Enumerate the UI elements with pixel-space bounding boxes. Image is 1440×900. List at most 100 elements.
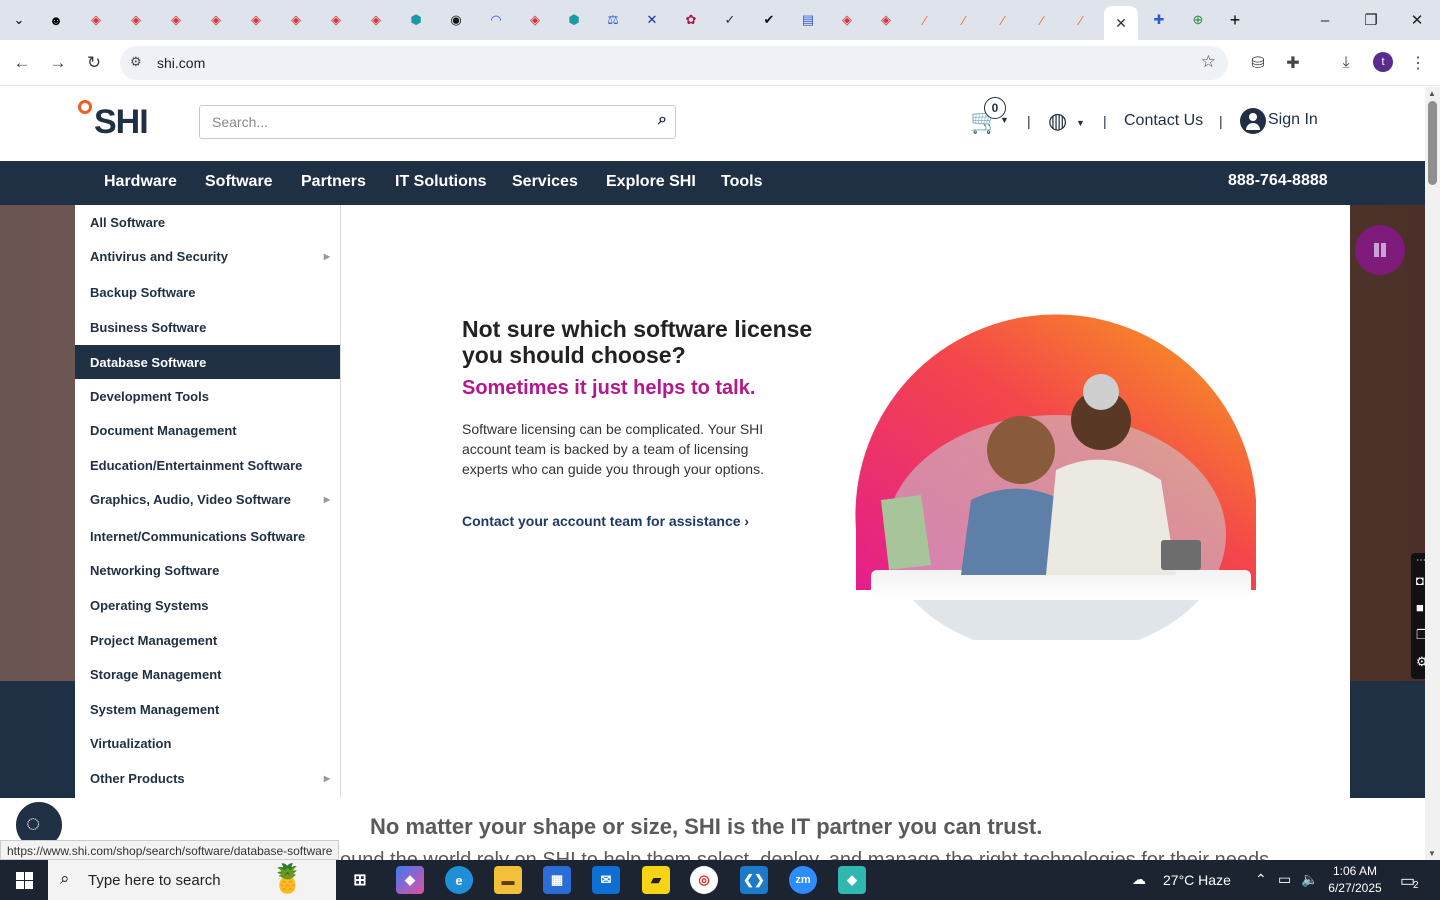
minimize-icon[interactable]: – <box>1310 8 1340 32</box>
menu-item-system-management[interactable]: System Management <box>75 692 340 726</box>
tab-favicon-icon[interactable]: ◈ <box>875 9 897 31</box>
tab-favicon-icon[interactable]: ◈ <box>325 9 347 31</box>
downloads-icon[interactable]: ⤓ <box>1334 51 1358 75</box>
tab-favicon-icon[interactable]: ◈ <box>245 9 267 31</box>
more-dots-icon[interactable]: ⋯ <box>1416 555 1425 566</box>
pause-button[interactable] <box>1355 225 1405 275</box>
tab-globe-icon[interactable]: ⊕ <box>1187 9 1209 31</box>
scrollbar-thumb[interactable] <box>1428 101 1437 185</box>
active-tab-close-button[interactable]: ✕ <box>1104 6 1138 40</box>
store-icon[interactable]: ▦ <box>543 866 571 894</box>
sign-in-link[interactable]: Sign In <box>1268 111 1318 129</box>
tab-favicon-icon[interactable]: ◈ <box>285 9 307 31</box>
nav-services[interactable]: Services <box>512 173 578 191</box>
address-text[interactable]: shi.com <box>157 55 205 71</box>
weather-text[interactable]: 27°C Haze <box>1163 872 1231 888</box>
tab-favicon-icon[interactable]: ⁄ <box>953 9 975 31</box>
nav-explore-shi[interactable]: Explore SHI <box>606 173 696 191</box>
new-tab-button[interactable]: + <box>1224 9 1246 31</box>
contact-account-team-link[interactable]: Contact your account team for assistance… <box>462 513 749 529</box>
menu-item-development-tools[interactable]: Development Tools <box>75 379 340 413</box>
forward-arrow-icon[interactable]: → <box>45 50 71 76</box>
tab-favicon-icon[interactable]: ⬢ <box>405 9 427 31</box>
contact-us-link[interactable]: Contact Us <box>1124 112 1203 130</box>
app-icon[interactable]: ◆ <box>838 866 866 894</box>
maximize-icon[interactable]: ❐ <box>1356 8 1386 32</box>
site-settings-icon[interactable]: ⚙ <box>130 54 142 70</box>
bookmark-star-icon[interactable]: ☆ <box>1201 52 1216 72</box>
shi-logo[interactable]: SHI <box>78 99 158 141</box>
cart-button[interactable]: 🛒 0 ▼ <box>970 97 1014 137</box>
scroll-up-arrow-icon[interactable]: ▲ <box>1428 89 1436 98</box>
search-icon[interactable]: ⌕ <box>658 111 667 129</box>
menu-item-virtualization[interactable]: Virtualization <box>75 726 340 760</box>
nav-hardware[interactable]: Hardware <box>104 173 177 191</box>
tab-favicon-icon[interactable]: ◈ <box>125 9 147 31</box>
tab-favicon-icon[interactable]: ⬢ <box>563 9 585 31</box>
task-view-icon[interactable]: ⊞ <box>346 866 374 894</box>
menu-item-graphics-audio-video[interactable]: Graphics, Audio, Video Software ▶ <box>75 482 340 516</box>
menu-item-storage-management[interactable]: Storage Management <box>75 657 340 691</box>
menu-item-education-entertainment[interactable]: Education/Entertainment Software <box>75 448 340 482</box>
reload-icon[interactable]: ↻ <box>81 50 107 76</box>
menu-item-project-management[interactable]: Project Management <box>75 623 340 657</box>
scroll-down-arrow-icon[interactable]: ▼ <box>1428 849 1436 858</box>
tab-favicon-icon[interactable]: ☻ <box>45 9 67 31</box>
volume-icon[interactable]: 🔈 <box>1301 871 1318 888</box>
mail-icon[interactable]: ✉ <box>592 866 620 894</box>
chrome-icon[interactable]: ◎ <box>690 866 718 894</box>
back-arrow-icon[interactable]: ← <box>9 50 35 76</box>
tab-favicon-icon[interactable]: ◈ <box>85 9 107 31</box>
sticky-notes-icon[interactable]: ▰ <box>642 866 670 894</box>
menu-item-database-software[interactable]: Database Software <box>75 345 340 379</box>
taskbar-clock[interactable]: 1:06 AM 6/27/2025 <box>1320 863 1390 897</box>
menu-item-networking-software[interactable]: Networking Software <box>75 553 340 587</box>
profile-avatar[interactable]: t <box>1373 52 1393 72</box>
zoom-icon[interactable]: zm <box>789 866 817 894</box>
menu-item-backup-software[interactable]: Backup Software <box>75 275 340 309</box>
tab-search-dropdown-icon[interactable]: ⌄ <box>8 9 30 31</box>
menu-item-all-software[interactable]: All Software <box>75 205 340 239</box>
tab-favicon-icon[interactable]: ◈ <box>524 9 546 31</box>
start-button[interactable] <box>0 860 48 900</box>
tab-favicon-icon[interactable]: ▤ <box>797 9 819 31</box>
globe-icon[interactable]: ◍ <box>1048 108 1067 134</box>
menu-item-operating-systems[interactable]: Operating Systems <box>75 588 340 622</box>
tab-favicon-icon[interactable]: ◉ <box>445 9 467 31</box>
tab-favicon-icon[interactable]: ◈ <box>365 9 387 31</box>
phone-number[interactable]: 888-764-8888 <box>1228 172 1328 190</box>
tab-favicon-icon[interactable]: ⁄ <box>992 9 1014 31</box>
menu-item-document-management[interactable]: Document Management <box>75 413 340 447</box>
tab-favicon-icon[interactable]: ✿ <box>680 9 702 31</box>
search-input[interactable] <box>200 106 630 138</box>
menu-item-antivirus-security[interactable]: Antivirus and Security ▶ <box>75 239 340 273</box>
taskbar-search-box[interactable]: ⌕ Type here to search 🍍 <box>48 860 336 900</box>
edge-icon[interactable]: e <box>445 866 473 894</box>
tab-favicon-icon[interactable]: ✓ <box>719 9 741 31</box>
camera-icon[interactable]: ◘ <box>1416 573 1424 588</box>
weather-icon[interactable]: ☁ <box>1132 871 1146 888</box>
address-bar[interactable]: ⚙ shi.com ☆ <box>120 46 1228 80</box>
menu-item-business-software[interactable]: Business Software <box>75 310 340 344</box>
tab-favicon-icon[interactable]: ✕ <box>641 9 663 31</box>
page-scrollbar[interactable]: ▲ ▼ <box>1425 87 1440 860</box>
tab-extension-icon[interactable]: ✚ <box>1148 9 1170 31</box>
tab-favicon-icon[interactable]: ◈ <box>205 9 227 31</box>
menu-item-other-products[interactable]: Other Products ▶ <box>75 761 340 795</box>
tab-favicon-icon[interactable]: ⁄ <box>1070 9 1092 31</box>
copilot-icon[interactable]: ◆ <box>396 866 424 894</box>
nav-tools[interactable]: Tools <box>721 173 762 191</box>
more-menu-icon[interactable]: ⋮ <box>1406 51 1430 75</box>
tab-favicon-icon[interactable]: ◈ <box>165 9 187 31</box>
tab-favicon-icon[interactable]: ⁄ <box>1031 9 1053 31</box>
nav-it-solutions[interactable]: IT Solutions <box>395 173 487 191</box>
tab-favicon-icon[interactable]: ✔ <box>758 9 780 31</box>
tab-favicon-icon[interactable]: ◈ <box>836 9 858 31</box>
tab-favicon-icon[interactable]: ⚖ <box>602 9 624 31</box>
chevron-down-icon[interactable]: ▼ <box>1076 118 1085 128</box>
window-capture-icon[interactable]: ❐ <box>1416 627 1425 643</box>
close-window-icon[interactable]: ✕ <box>1402 8 1432 32</box>
translate-extension-icon[interactable]: ⛁ <box>1246 51 1270 75</box>
video-icon[interactable]: ■ <box>1416 600 1424 615</box>
network-icon[interactable]: ▭ <box>1278 871 1291 888</box>
